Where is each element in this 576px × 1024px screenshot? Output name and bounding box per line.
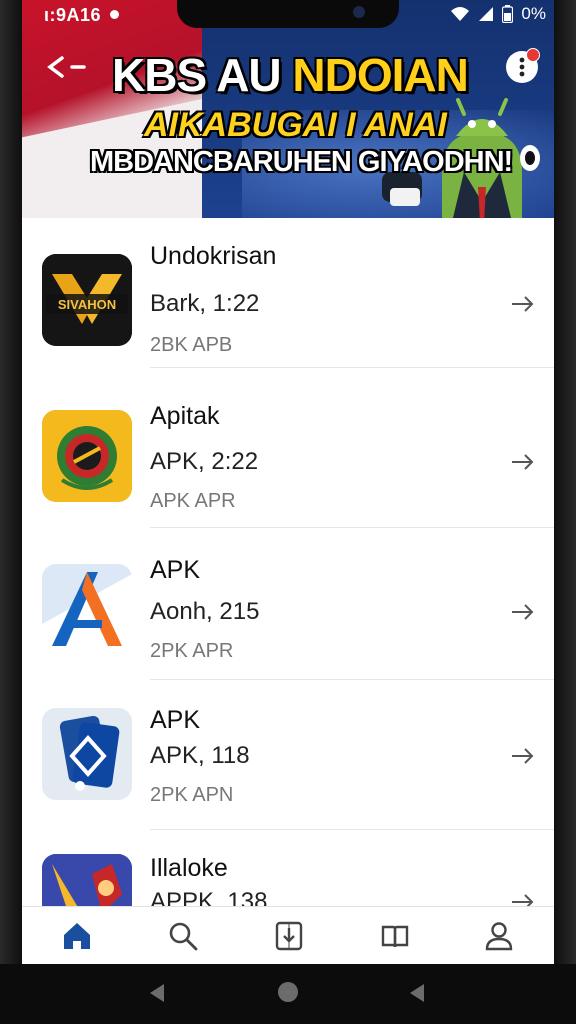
system-home-button[interactable] (278, 982, 298, 1002)
app-meta: 2BK APB (150, 334, 233, 356)
status-icons: 0% (450, 4, 546, 24)
camera-icon (353, 6, 365, 18)
banner-subtitle: AIKABUGAI I ANAI (144, 106, 447, 144)
back-button[interactable] (44, 52, 90, 90)
bottom-navigation (22, 906, 554, 964)
signal-icon (479, 7, 494, 21)
svg-text:SIVAHON: SIVAHON (58, 297, 116, 312)
arrow-right-icon[interactable] (510, 602, 536, 622)
app-version: Aonh, 215 (150, 598, 260, 625)
app-name: APK (150, 706, 201, 734)
camera-notch (177, 0, 399, 28)
app-meta: APK APR (150, 490, 236, 512)
battery-icon (502, 5, 514, 23)
home-icon[interactable] (60, 919, 94, 953)
bezel-left (0, 0, 22, 964)
list-item[interactable]: Apitak APK, 2:22 APK APR (22, 378, 554, 528)
notification-dot-icon (110, 10, 119, 19)
app-meta: 2PK APR (150, 640, 234, 662)
list-item[interactable]: APK Aonh, 215 2PK APR (22, 530, 554, 680)
arrow-right-icon[interactable] (510, 452, 536, 472)
arrow-right-icon[interactable] (510, 746, 536, 766)
screen: KBS AU NDOIAN AIKABUGAI I ANAI MBDANCBAR… (22, 0, 554, 964)
cards-icon (42, 708, 132, 800)
list-item[interactable]: SIVAHON Undokrisan Bark, 1:22 2BK APB (22, 218, 554, 368)
banner-tagline: MBDANCBARUHEN GIYAODHN! (90, 146, 513, 178)
library-icon[interactable] (378, 919, 412, 953)
a-logo-icon (42, 564, 132, 656)
wifi-icon (451, 7, 470, 21)
bezel-right (554, 0, 576, 964)
back-arrow-icon (47, 56, 86, 78)
install-icon[interactable] (272, 919, 306, 953)
status-bar: ι:9Α16 0% (22, 0, 554, 30)
battery-level: 0% (521, 4, 546, 23)
app-name: Illaloke (150, 854, 228, 882)
phone-frame: KBS AU NDOIAN AIKABUGAI I ANAI MBDANCBAR… (0, 0, 576, 1024)
system-recents-button[interactable] (410, 984, 424, 1002)
emblem-icon (42, 410, 132, 502)
app-meta: 2PK APN (150, 784, 234, 806)
profile-icon[interactable] (482, 919, 516, 953)
search-icon[interactable] (166, 919, 200, 953)
system-back-button[interactable] (150, 984, 164, 1002)
list-item[interactable]: APK APK, 118 2PK APN (22, 680, 554, 830)
status-time: ι:9Α16 (44, 5, 102, 25)
more-options-button[interactable] (506, 48, 540, 83)
sivahon-logo-icon: SIVAHON (42, 254, 132, 346)
app-name: Undokrisan (150, 242, 277, 270)
banner-title: KBS AU NDOIAN (112, 49, 469, 101)
app-name: APK (150, 556, 201, 584)
arrow-right-icon[interactable] (510, 294, 536, 314)
hero-banner: KBS AU NDOIAN AIKABUGAI I ANAI MBDANCBAR… (22, 0, 554, 218)
app-version: Bark, 1:22 (150, 290, 260, 317)
app-name: Apitak (150, 402, 220, 430)
app-version: APK, 118 (150, 742, 250, 769)
app-version: APK, 2:22 (150, 448, 259, 475)
notification-badge (526, 48, 540, 62)
more-vert-icon (519, 57, 525, 77)
